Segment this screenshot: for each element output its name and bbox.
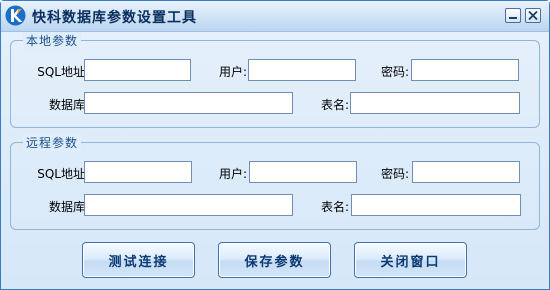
close-window-button[interactable] [525,8,541,23]
close-icon [528,10,538,21]
remote-sql-input[interactable] [84,161,192,183]
save-params-button[interactable]: 保存参数 [218,242,331,278]
remote-password-label: 密码: [380,167,409,181]
local-table-input[interactable] [350,92,520,114]
minimize-icon [509,17,517,19]
local-database-input[interactable] [84,92,293,114]
local-sql-label: SQL地址: [37,65,89,79]
client-area: 本地参数 SQL地址: 用户: 密码: 数据库: 表名: 远程参数 SQL地址:… [1,32,549,289]
local-table-label: 表名: [320,98,349,112]
local-database-label: 数据库: [48,98,89,112]
remote-user-input[interactable] [249,161,357,183]
remote-table-input[interactable] [351,194,521,216]
local-password-input[interactable] [411,59,519,81]
local-params-legend: 本地参数 [23,32,82,49]
local-user-label: 用户: [218,65,247,79]
local-sql-input[interactable] [84,59,191,81]
remote-sql-label: SQL地址: [37,167,89,181]
close-window-action-button[interactable]: 关闭窗口 [354,242,467,278]
local-user-input[interactable] [248,59,356,81]
remote-params-legend: 远程参数 [23,134,82,151]
remote-database-label: 数据库: [48,200,89,214]
remote-user-label: 用户: [218,167,247,181]
remote-table-label: 表名: [320,200,349,214]
remote-password-input[interactable] [412,161,520,183]
main-window: 快科数据库参数设置工具 本地参数 SQL地址: 用户: 密码: 数据库: 表名: [0,0,550,290]
app-logo-icon [5,5,26,26]
local-params-group: 本地参数 SQL地址: 用户: 密码: 数据库: 表名: [10,32,540,128]
minimize-button[interactable] [505,8,521,23]
window-title: 快科数据库参数设置工具 [32,10,197,26]
remote-database-input[interactable] [84,194,293,216]
remote-params-group: 远程参数 SQL地址: 用户: 密码: 数据库: 表名: [10,134,540,230]
title-bar[interactable]: 快科数据库参数设置工具 [1,1,549,32]
test-connection-button[interactable]: 测试连接 [82,242,195,278]
local-password-label: 密码: [380,65,409,79]
